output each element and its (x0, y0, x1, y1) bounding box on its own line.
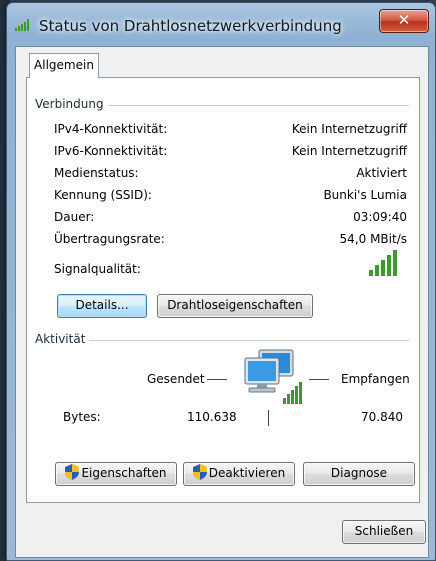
uac-shield-icon (65, 464, 80, 480)
uac-shield-icon (192, 464, 207, 480)
info-row-signal: Signalqualität: (54, 262, 407, 278)
bytes-sent-value: 110.638 (187, 410, 237, 424)
properties-button[interactable]: Eigenschaften (55, 462, 177, 486)
info-value: Bunki's Lumia (323, 188, 407, 202)
activity-divider (35, 340, 409, 341)
info-label: IPv6-Konnektivität: (54, 144, 168, 158)
tab-panel-allgemein: Verbindung IPv4-Konnektivität: Kein Inte… (26, 77, 420, 503)
info-row-ipv4: IPv4-Konnektivität: Kein Internetzugriff (54, 122, 407, 138)
signal-bar (393, 250, 397, 276)
properties-button-label: Eigenschaften (81, 466, 167, 480)
window-close-button[interactable]: ✕ (379, 9, 429, 33)
info-label: Kennung (SSID): (54, 188, 152, 202)
wireless-signal-icon (15, 19, 29, 31)
info-value: 54,0 MBit/s (339, 232, 407, 246)
signal-bar (375, 265, 379, 276)
network-computers-icon (244, 349, 302, 404)
sent-line (207, 379, 227, 380)
info-value: Kein Internetzugriff (291, 144, 407, 158)
connection-section-title: Verbindung (35, 97, 108, 111)
received-line (309, 379, 329, 380)
bytes-label: Bytes: (63, 410, 101, 424)
close-icon: ✕ (397, 11, 411, 29)
signal-strength-icon (369, 250, 397, 276)
info-row-ipv6: IPv6-Konnektivität: Kein Internetzugriff (54, 144, 407, 160)
info-value: Aktiviert (356, 166, 407, 180)
bytes-received-value: 70.840 (361, 410, 403, 424)
wireless-properties-button[interactable]: Drahtloseigenschaften (157, 294, 313, 318)
sent-label: Gesendet (147, 372, 205, 386)
info-label: IPv4-Konnektivität: (54, 122, 168, 136)
signal-bar (381, 260, 385, 276)
dialog-client-area: Allgemein Verbindung IPv4-Konnektivität:… (15, 46, 429, 558)
signal-label: Signalqualität: (54, 262, 141, 276)
info-value: 03:09:40 (353, 210, 407, 224)
tab-allgemein[interactable]: Allgemein (29, 53, 99, 78)
details-button[interactable]: Details... (57, 294, 147, 318)
info-value: Kein Internetzugriff (291, 122, 407, 136)
info-row-speed: Übertragungsrate: 54,0 MBit/s (54, 232, 407, 248)
window-title: Status von Drahtlosnetzwerkverbindung (39, 17, 342, 35)
disable-button[interactable]: Deaktivieren (183, 462, 295, 486)
title-bar[interactable]: Status von Drahtlosnetzwerkverbindung ✕ (7, 3, 435, 45)
bytes-separator (268, 410, 269, 426)
status-dialog: Status von Drahtlosnetzwerkverbindung ✕ … (6, 2, 436, 561)
close-button[interactable]: Schließen (342, 520, 426, 544)
diagnose-button[interactable]: Diagnose (303, 462, 415, 486)
info-row-duration: Dauer: 03:09:40 (54, 210, 407, 226)
signal-bar (369, 270, 373, 276)
signal-bar (387, 255, 391, 276)
disable-button-label: Deaktivieren (208, 466, 286, 480)
info-row-ssid: Kennung (SSID): Bunki's Lumia (54, 188, 407, 204)
info-label: Medienstatus: (54, 166, 139, 180)
received-label: Empfangen (341, 372, 410, 386)
activity-section-title: Aktivität (35, 332, 90, 346)
info-row-media-status: Medienstatus: Aktiviert (54, 166, 407, 182)
info-label: Übertragungsrate: (54, 232, 165, 246)
info-label: Dauer: (54, 210, 95, 224)
